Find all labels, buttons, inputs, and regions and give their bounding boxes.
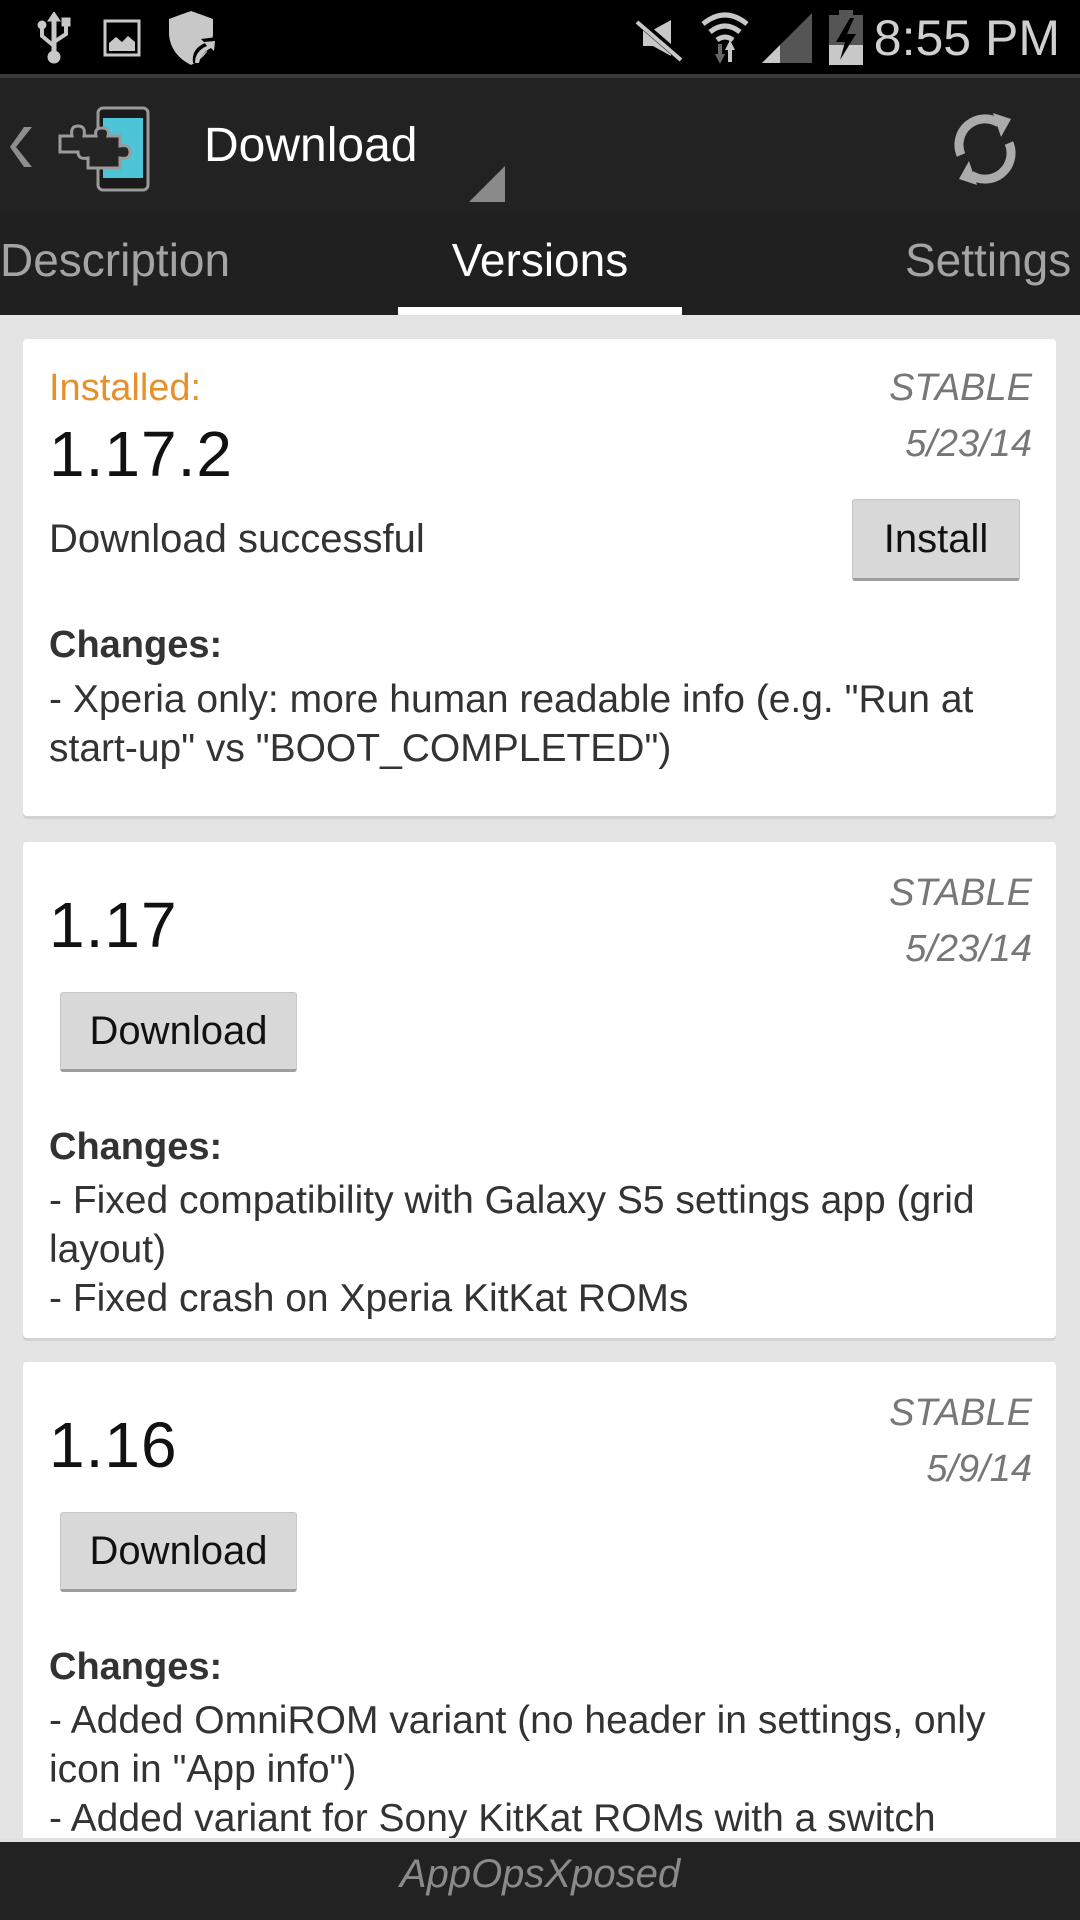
version-card: 1.17 STABLE 5/23/14 Download Changes: - … bbox=[23, 842, 1056, 1338]
mute-icon bbox=[634, 10, 684, 66]
change-item: - Added OmniROM variant (no header in se… bbox=[49, 1699, 997, 1791]
release-channel: STABLE bbox=[889, 1392, 1032, 1434]
changes-heading: Changes: bbox=[49, 624, 223, 666]
screen: 8:55 PM Download Description Versions Se… bbox=[0, 0, 1080, 1920]
release-channel: STABLE bbox=[889, 872, 1032, 914]
refresh-button[interactable] bbox=[940, 106, 1030, 196]
version-number: 1.17 bbox=[49, 889, 178, 961]
wifi-icon bbox=[700, 10, 750, 66]
version-number: 1.16 bbox=[49, 1409, 178, 1481]
image-icon bbox=[102, 10, 142, 66]
change-item: - Fixed compatibility with Galaxy S5 set… bbox=[49, 1179, 986, 1271]
battery-charging-icon bbox=[828, 10, 864, 66]
changes-heading: Changes: bbox=[49, 1646, 223, 1688]
version-card: Installed: 1.17.2 STABLE 5/23/14 Downloa… bbox=[23, 339, 1056, 816]
tab-settings[interactable]: Settings bbox=[905, 213, 1071, 315]
status-time: 8:55 PM bbox=[873, 10, 1060, 66]
action-bar: Download bbox=[0, 78, 1080, 213]
tab-versions[interactable]: Versions bbox=[398, 213, 682, 315]
tab-description[interactable]: Description bbox=[0, 213, 230, 315]
versions-list[interactable]: Installed: 1.17.2 STABLE 5/23/14 Downloa… bbox=[0, 315, 1080, 1838]
refresh-icon bbox=[949, 111, 1021, 192]
tab-indicator bbox=[398, 307, 682, 315]
chevron-left-icon[interactable] bbox=[10, 123, 38, 171]
shield-update-icon bbox=[164, 10, 220, 66]
release-channel: STABLE bbox=[889, 367, 1032, 409]
changes-list: - Fixed compatibility with Galaxy S5 set… bbox=[49, 1176, 1039, 1323]
changes-list: - Xperia only: more human readable info … bbox=[49, 675, 1039, 773]
xposed-app-icon[interactable] bbox=[58, 106, 158, 192]
change-item: - Xperia only: more human readable info … bbox=[49, 678, 985, 770]
release-date: 5/23/14 bbox=[905, 423, 1032, 465]
download-button[interactable]: Download bbox=[60, 1512, 297, 1592]
change-item: - Fixed crash on Xperia KitKat ROMs bbox=[49, 1277, 689, 1320]
status-bar: 8:55 PM bbox=[0, 0, 1080, 76]
download-button[interactable]: Download bbox=[60, 992, 297, 1072]
signal-icon bbox=[760, 10, 814, 66]
download-status: Download successful bbox=[49, 517, 425, 561]
changes-heading: Changes: bbox=[49, 1126, 223, 1168]
install-button[interactable]: Install bbox=[852, 499, 1020, 581]
version-card: 1.16 STABLE 5/9/14 Download Changes: - A… bbox=[23, 1362, 1056, 1838]
release-date: 5/23/14 bbox=[905, 928, 1032, 970]
version-number: 1.17.2 bbox=[49, 418, 233, 490]
installed-label: Installed: bbox=[49, 367, 202, 409]
page-title[interactable]: Download bbox=[204, 116, 417, 176]
footer-app-name: AppOpsXposed bbox=[399, 1852, 681, 1896]
dropdown-indicator-icon[interactable] bbox=[469, 166, 505, 202]
tab-bar: Description Versions Settings bbox=[0, 213, 1080, 315]
release-date: 5/9/14 bbox=[926, 1448, 1032, 1490]
changes-list: - Added OmniROM variant (no header in se… bbox=[49, 1696, 1039, 1838]
change-item: - Added variant for Sony KitKat ROMs wit… bbox=[49, 1797, 936, 1838]
usb-icon bbox=[34, 10, 74, 66]
footer-bar: AppOpsXposed bbox=[0, 1838, 1080, 1920]
